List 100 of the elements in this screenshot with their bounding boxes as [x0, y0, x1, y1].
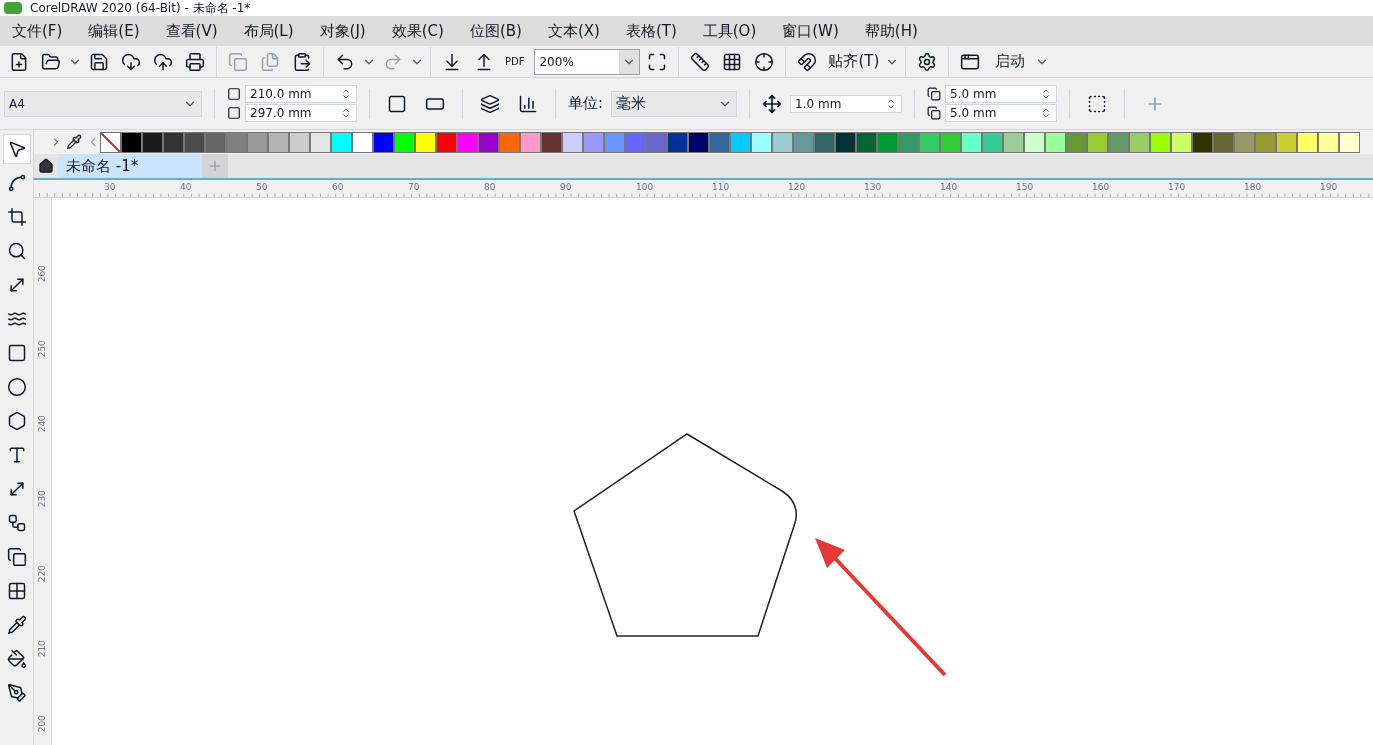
color-swatch[interactable]: [268, 131, 289, 153]
no-fill-swatch[interactable]: [100, 131, 121, 153]
color-swatch[interactable]: [163, 131, 184, 153]
color-swatch[interactable]: [121, 131, 142, 153]
cloud-download-icon[interactable]: [121, 51, 141, 72]
color-swatch[interactable]: [247, 131, 268, 153]
color-swatch[interactable]: [1087, 131, 1108, 153]
color-swatch[interactable]: [646, 131, 667, 153]
color-swatch[interactable]: [499, 131, 520, 153]
color-swatch[interactable]: [898, 131, 919, 153]
color-swatch[interactable]: [772, 131, 793, 153]
page-height-input[interactable]: 297.0 mm: [246, 104, 336, 122]
menu-item[interactable]: 文本(X): [547, 19, 600, 43]
paste-icon[interactable]: [292, 51, 312, 72]
color-swatch[interactable]: [856, 131, 877, 153]
color-swatch[interactable]: [1129, 131, 1150, 153]
duplicate-y-input[interactable]: 5.0 mm: [946, 104, 1037, 122]
nudge-distance-field[interactable]: 1.0 mm: [790, 94, 903, 113]
color-swatch[interactable]: [1066, 131, 1087, 153]
menu-item[interactable]: 编辑(E): [88, 19, 140, 43]
pentagon-shape[interactable]: [573, 433, 797, 637]
pdf-export-button[interactable]: PDF: [501, 47, 529, 76]
color-swatch[interactable]: [1213, 131, 1234, 153]
color-swatch[interactable]: [1276, 131, 1297, 153]
square-icon[interactable]: [6, 343, 27, 363]
color-swatch[interactable]: [919, 131, 940, 153]
circle-icon[interactable]: [6, 377, 27, 397]
color-swatch[interactable]: [310, 131, 331, 153]
color-swatch[interactable]: [520, 131, 541, 153]
color-swatch[interactable]: [226, 131, 247, 153]
color-swatch[interactable]: [184, 131, 205, 153]
pen-nib-icon[interactable]: [6, 683, 27, 703]
import-icon[interactable]: [442, 51, 462, 72]
color-swatch[interactable]: [1045, 131, 1066, 153]
color-swatch[interactable]: [730, 131, 751, 153]
color-swatch[interactable]: [940, 131, 961, 153]
open-folder-icon[interactable]: [41, 51, 61, 72]
print-icon[interactable]: [185, 51, 205, 72]
color-swatch[interactable]: [814, 131, 835, 153]
wave-icon[interactable]: [6, 309, 27, 329]
color-swatch[interactable]: [1339, 131, 1360, 153]
menu-item[interactable]: 布局(L): [243, 19, 294, 43]
cloud-upload-icon[interactable]: [153, 51, 173, 72]
color-swatch[interactable]: [877, 131, 898, 153]
stacked-squares-icon[interactable]: [6, 547, 27, 567]
menu-item[interactable]: 窗口(W): [782, 19, 839, 43]
color-swatch[interactable]: [1150, 131, 1171, 153]
menu-item[interactable]: 效果(C): [391, 19, 444, 43]
connector-icon[interactable]: [6, 513, 27, 533]
home-icon[interactable]: [38, 158, 54, 174]
document-tab[interactable]: 未命名 -1*: [58, 154, 202, 178]
menu-item[interactable]: 帮助(H): [864, 19, 918, 43]
color-swatch[interactable]: [562, 131, 583, 153]
save-icon[interactable]: [89, 51, 109, 72]
color-swatch[interactable]: [478, 131, 499, 153]
grid-icon[interactable]: [6, 581, 27, 601]
color-swatch[interactable]: [1024, 131, 1045, 153]
snap-dropdown[interactable]: 贴齐(T): [824, 50, 884, 73]
color-swatch[interactable]: [205, 131, 226, 153]
new-document-icon[interactable]: [9, 51, 29, 72]
color-swatch[interactable]: [583, 131, 604, 153]
color-swatch[interactable]: [751, 131, 772, 153]
grid-icon[interactable]: [722, 51, 743, 72]
color-swatch[interactable]: [1297, 131, 1318, 153]
color-swatch[interactable]: [604, 131, 625, 153]
color-swatch[interactable]: [709, 131, 730, 153]
paint-bucket-icon[interactable]: [6, 649, 27, 669]
color-swatch[interactable]: [1171, 131, 1192, 153]
page-width-field[interactable]: 210.0 mm: [245, 85, 357, 103]
tool-button[interactable]: [2, 134, 31, 164]
color-swatch[interactable]: [1318, 131, 1339, 153]
color-swatch[interactable]: [1255, 131, 1276, 153]
launch-dropdown[interactable]: 启动: [987, 50, 1034, 73]
color-swatch[interactable]: [1108, 131, 1129, 153]
nudge-distance-input[interactable]: 1.0 mm: [791, 94, 882, 113]
full-screen-icon[interactable]: [647, 51, 668, 72]
color-swatch[interactable]: [793, 131, 814, 153]
color-swatch[interactable]: [331, 131, 352, 153]
color-swatch[interactable]: [688, 131, 709, 153]
menu-item[interactable]: 对象(J): [319, 19, 366, 43]
curve-node-icon[interactable]: [6, 173, 27, 193]
search-icon[interactable]: [6, 241, 27, 261]
color-swatch[interactable]: [142, 131, 163, 153]
menu-item[interactable]: 工具(O): [702, 19, 757, 43]
color-swatch[interactable]: [625, 131, 646, 153]
color-swatch[interactable]: [835, 131, 856, 153]
color-swatch[interactable]: [394, 131, 415, 153]
crop-icon[interactable]: [6, 207, 27, 227]
export-icon[interactable]: [474, 51, 494, 72]
color-swatch[interactable]: [436, 131, 457, 153]
settings-icon[interactable]: [917, 51, 938, 72]
rulers-icon[interactable]: [690, 51, 711, 72]
duplicate-x-input[interactable]: 5.0 mm: [946, 85, 1037, 103]
duplicate-x-field[interactable]: 5.0 mm: [945, 85, 1058, 103]
color-swatch[interactable]: [667, 131, 688, 153]
color-swatch[interactable]: [1003, 131, 1024, 153]
menu-item[interactable]: 文件(F): [12, 19, 63, 43]
page-size-dropdown[interactable]: A4: [4, 90, 202, 117]
hexagon-icon[interactable]: [6, 411, 27, 431]
color-swatch[interactable]: [373, 131, 394, 153]
